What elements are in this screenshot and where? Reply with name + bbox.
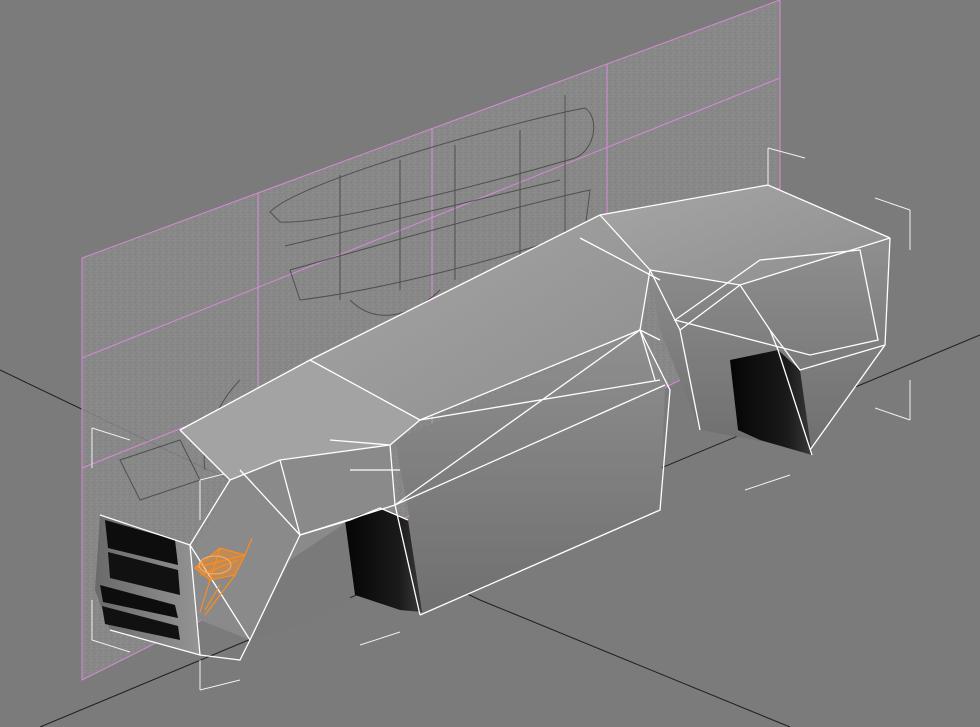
viewport-canvas[interactable]	[0, 0, 980, 727]
perspective-viewport[interactable]	[0, 0, 980, 727]
